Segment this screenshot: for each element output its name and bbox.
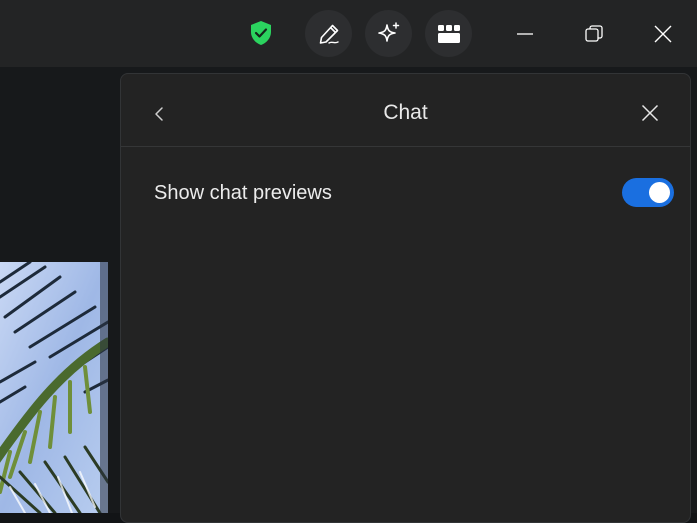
- edit-button[interactable]: [305, 10, 352, 57]
- panel-title: Chat: [383, 101, 428, 124]
- ai-sparkle-button[interactable]: [365, 10, 412, 57]
- restore-button[interactable]: [580, 20, 608, 48]
- apps-grid-icon: [437, 24, 460, 43]
- restore-icon: [585, 25, 603, 42]
- setting-label: Show chat previews: [154, 182, 332, 204]
- background-image: [0, 262, 108, 513]
- toggle-knob: [649, 182, 670, 203]
- show-chat-previews-toggle[interactable]: [622, 178, 674, 207]
- close-icon: [654, 25, 672, 43]
- title-bar: [0, 0, 697, 67]
- panel-header: Chat: [121, 74, 690, 147]
- shield-check-icon[interactable]: [249, 20, 273, 46]
- close-icon: [641, 104, 659, 122]
- chat-settings-panel: Chat Show chat previews: [120, 73, 691, 523]
- apps-button[interactable]: [425, 10, 472, 57]
- close-panel-button[interactable]: [638, 100, 662, 126]
- minimize-button[interactable]: [511, 20, 539, 48]
- pen-icon: [319, 24, 339, 44]
- minimize-icon: [517, 33, 533, 35]
- close-window-button[interactable]: [649, 20, 677, 48]
- sparkle-icon: [377, 21, 399, 42]
- setting-show-chat-previews: Show chat previews: [154, 178, 674, 208]
